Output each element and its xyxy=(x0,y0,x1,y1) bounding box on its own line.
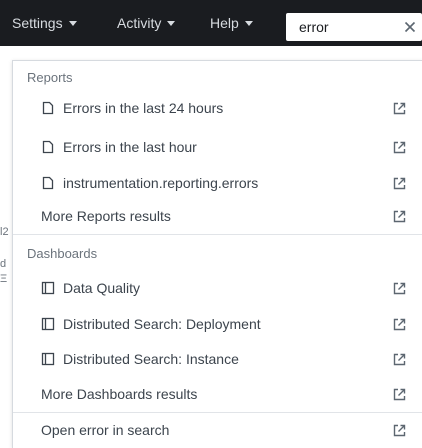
settings-menu[interactable]: Settings xyxy=(12,0,77,46)
search-box xyxy=(286,13,422,41)
report-result-item[interactable]: instrumentation.reporting.errors xyxy=(13,167,422,199)
report-result-label: Errors in the last hour xyxy=(63,139,197,155)
background-fragment: Ξ xyxy=(0,273,8,285)
document-icon xyxy=(41,140,55,154)
dashboard-icon xyxy=(41,281,55,295)
dashboard-result-label: Distributed Search: Deployment xyxy=(63,316,261,332)
external-link-icon xyxy=(393,210,406,223)
dashboard-icon xyxy=(41,352,55,366)
section-divider xyxy=(13,412,422,413)
dashboard-icon xyxy=(41,317,55,331)
section-divider xyxy=(13,234,422,235)
activity-menu-label: Activity xyxy=(117,15,162,31)
dashboard-result-label: Distributed Search: Instance xyxy=(63,351,239,367)
external-link-icon xyxy=(393,141,406,154)
search-input[interactable] xyxy=(286,13,386,41)
report-result-label: Errors in the last 24 hours xyxy=(63,100,224,116)
dashboards-section-header: Dashboards xyxy=(27,246,98,261)
report-result-item[interactable]: Errors in the last hour xyxy=(13,131,422,163)
more-reports-link[interactable]: More Reports results xyxy=(13,200,422,232)
external-link-icon xyxy=(393,282,406,295)
background-fragment: d xyxy=(0,258,7,270)
more-dashboards-link[interactable]: More Dashboards results xyxy=(13,378,422,410)
dashboard-result-item[interactable]: Distributed Search: Instance xyxy=(13,343,422,375)
caret-down-icon xyxy=(167,20,176,26)
search-results-dropdown: Reports Errors in the last 24 hours Erro… xyxy=(12,60,422,448)
more-dashboards-label: More Dashboards results xyxy=(41,386,198,402)
external-link-icon xyxy=(393,102,406,115)
document-icon xyxy=(41,176,55,190)
report-result-label: instrumentation.reporting.errors xyxy=(63,175,259,191)
reports-section-header: Reports xyxy=(27,70,73,85)
open-in-search-link[interactable]: Open error in search xyxy=(13,414,422,446)
activity-menu[interactable]: Activity xyxy=(117,0,176,46)
external-link-icon xyxy=(393,177,406,190)
close-icon[interactable] xyxy=(402,19,418,35)
report-result-item[interactable]: Errors in the last 24 hours xyxy=(13,92,422,124)
caret-down-icon xyxy=(244,20,253,26)
external-link-icon xyxy=(393,318,406,331)
dashboard-result-item[interactable]: Data Quality xyxy=(13,272,422,304)
open-in-search-label: Open error in search xyxy=(41,422,170,438)
caret-down-icon xyxy=(68,20,77,26)
external-link-icon xyxy=(393,353,406,366)
more-reports-label: More Reports results xyxy=(41,208,171,224)
dashboard-result-item[interactable]: Distributed Search: Deployment xyxy=(13,308,422,340)
help-menu-label: Help xyxy=(210,15,239,31)
external-link-icon xyxy=(393,424,406,437)
help-menu[interactable]: Help xyxy=(210,0,253,46)
document-icon xyxy=(41,101,55,115)
settings-menu-label: Settings xyxy=(12,15,63,31)
top-nav-bar: Settings Activity Help xyxy=(0,0,422,46)
dashboard-result-label: Data Quality xyxy=(63,280,141,296)
background-fragment: l2 xyxy=(0,226,9,238)
external-link-icon xyxy=(393,388,406,401)
